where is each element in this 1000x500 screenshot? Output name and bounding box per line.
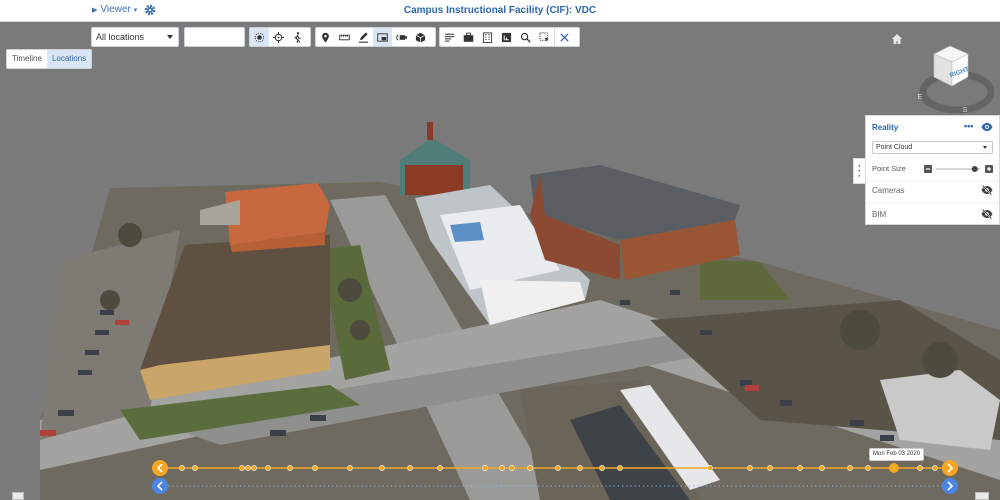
orbit-icon[interactable] [250, 28, 269, 46]
chevron-down-icon: ▾ [133, 6, 138, 14]
list-icon[interactable] [440, 28, 459, 46]
markup-tools [315, 27, 436, 47]
eye-off-icon[interactable] [981, 185, 993, 195]
capture-marker[interactable] [932, 465, 938, 471]
tab-timeline[interactable]: Timeline [7, 50, 47, 68]
tab-locations[interactable]: Locations [46, 50, 92, 68]
capture-marker[interactable] [179, 465, 185, 471]
viewer-menu-label: Viewer [100, 4, 131, 15]
screenshot-button[interactable] [12, 492, 24, 500]
bim-label: BIM [872, 210, 887, 219]
current-capture-marker[interactable] [889, 463, 899, 473]
location-select-value: All locations [96, 32, 145, 42]
capture-marker[interactable] [499, 465, 505, 471]
point-cloud-scene[interactable] [0, 22, 1000, 500]
building-icon[interactable] [478, 28, 497, 46]
capture-marker[interactable] [819, 465, 825, 471]
capture-marker[interactable] [577, 465, 583, 471]
capture-marker[interactable] [239, 465, 245, 471]
home-icon[interactable] [891, 33, 903, 45]
select-box-icon[interactable] [535, 28, 554, 46]
capture-marker[interactable] [482, 465, 488, 471]
data-tools [439, 27, 580, 47]
capture-marker[interactable] [379, 465, 385, 471]
capture-marker[interactable] [707, 465, 713, 471]
view-next-button[interactable] [942, 478, 958, 494]
capture-marker[interactable] [847, 465, 853, 471]
capture-marker[interactable] [287, 465, 293, 471]
navigation-tools [249, 27, 311, 47]
camera-rotate-icon[interactable] [392, 28, 411, 46]
navigation-cube[interactable]: RIGHT E S [912, 44, 995, 116]
tape-measure-icon[interactable] [335, 28, 354, 46]
reality-source-select[interactable]: Point Cloud [872, 141, 993, 154]
point-size-label: Point Size [872, 164, 906, 173]
briefcase-icon[interactable] [459, 28, 478, 46]
timeline-prev-button[interactable] [152, 460, 168, 476]
cameras-label: Cameras [872, 186, 905, 195]
reality-source-value: Point Cloud [876, 144, 913, 151]
capture-marker[interactable] [245, 465, 251, 471]
capture-marker[interactable] [747, 465, 753, 471]
viewer-menu[interactable]: ▶ Viewer ▾ [92, 4, 137, 15]
walk-icon[interactable] [288, 28, 307, 46]
capture-marker[interactable] [312, 465, 318, 471]
viewer-menu-arrow-icon: ▶ [92, 6, 98, 14]
gear-icon[interactable] [143, 3, 157, 17]
target-icon[interactable] [269, 28, 288, 46]
capture-marker[interactable] [599, 465, 605, 471]
capture-marker[interactable] [767, 465, 773, 471]
compass-east-label: E [918, 94, 923, 101]
view-prev-button[interactable] [152, 478, 168, 494]
fullscreen-button[interactable] [975, 492, 989, 500]
capture-marker[interactable] [527, 465, 533, 471]
close-icon[interactable] [554, 28, 574, 46]
camera-image-icon[interactable] [373, 28, 392, 46]
search-input[interactable] [184, 27, 245, 47]
chevron-down-icon [983, 146, 987, 149]
top-bar: ▶ Viewer ▾ Campus Instructional Facility… [0, 0, 1000, 22]
compass-south-label: S [963, 107, 968, 114]
reality-3d-viewport[interactable]: Timeline Locations [0, 22, 1000, 500]
capture-marker[interactable] [555, 465, 561, 471]
capture-marker[interactable] [509, 465, 515, 471]
capture-marker[interactable] [437, 465, 443, 471]
ruler-box-icon[interactable] [497, 28, 516, 46]
chevron-down-icon [167, 35, 173, 39]
view-mode-tabs: Timeline Locations [6, 49, 93, 69]
more-options-button[interactable]: ••• [964, 121, 973, 131]
panel-divider [866, 180, 999, 181]
pen-icon[interactable] [354, 28, 373, 46]
capture-marker[interactable] [192, 465, 198, 471]
eye-off-icon[interactable] [981, 209, 993, 219]
timeline-scrubber[interactable] [150, 455, 960, 500]
panel-divider [866, 203, 999, 204]
pin-icon[interactable] [316, 28, 335, 46]
reality-panel-title: Reality [872, 123, 899, 132]
point-size-slider[interactable] [924, 164, 994, 174]
cube-icon[interactable] [411, 28, 430, 46]
capture-marker[interactable] [347, 465, 353, 471]
capture-marker[interactable] [865, 465, 871, 471]
panel-toggle-handle[interactable]: · · · [853, 158, 865, 184]
reality-panel: Reality ••• Point Cloud Point Size Camer… [865, 115, 1000, 225]
eye-icon[interactable] [981, 122, 993, 132]
capture-marker[interactable] [407, 465, 413, 471]
capture-marker[interactable] [265, 465, 271, 471]
capture-marker[interactable] [797, 465, 803, 471]
vertical-dots-icon: · · · [858, 160, 861, 181]
search-icon[interactable] [516, 28, 535, 46]
capture-marker[interactable] [251, 465, 257, 471]
location-select[interactable]: All locations [91, 27, 179, 47]
capture-marker[interactable] [617, 465, 623, 471]
timeline-next-button[interactable] [942, 460, 958, 476]
capture-marker[interactable] [917, 465, 923, 471]
